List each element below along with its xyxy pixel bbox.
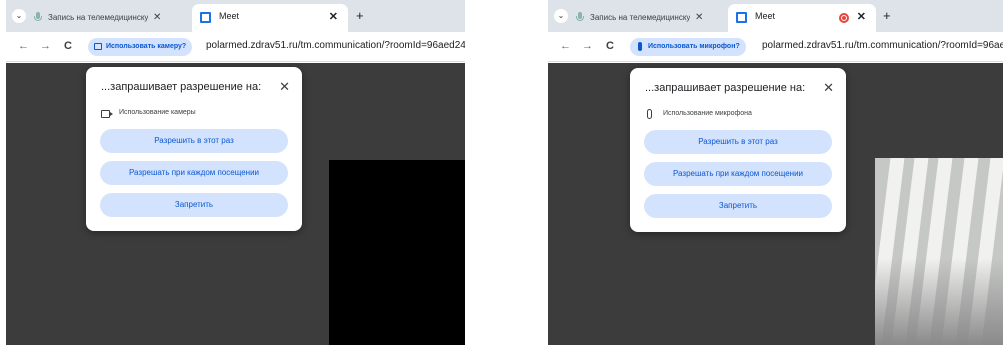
allow-once-button[interactable]: Разрешить в этот раз	[100, 129, 288, 153]
microphone-icon	[576, 12, 584, 23]
arrow-forward-icon[interactable]: →	[40, 40, 51, 52]
screenshot-microphone-permission: ⌄ Запись на телемедицинскую ✕ Meet ✕ + ←…	[548, 0, 1003, 345]
reload-icon[interactable]: C	[64, 40, 72, 52]
permission-label: Использование микрофона	[663, 110, 752, 117]
tab-strip: ⌄ Запись на телемедицинскую ✕ Meet ✕ +	[6, 0, 465, 32]
tab-title: Запись на телемедицинскую	[48, 13, 148, 22]
screenshot-camera-permission: ⌄ Запись на телемедицинскую ✕ Meet ✕ + ←…	[6, 0, 465, 345]
deny-button[interactable]: Запретить	[644, 194, 832, 218]
close-icon[interactable]: ✕	[857, 10, 866, 23]
dialog-title: ...запрашивает разрешение на:	[101, 81, 262, 93]
tab-meet[interactable]: Meet ✕	[192, 4, 348, 32]
tab-title: Запись на телемедицинскую	[590, 13, 690, 22]
permission-dialog: ...запрашивает разрешение на: ✕ Использо…	[86, 67, 302, 231]
allow-once-button[interactable]: Разрешить в этот раз	[644, 130, 832, 154]
meet-icon	[200, 12, 211, 23]
allow-always-button[interactable]: Разрешать при каждом посещении	[100, 161, 288, 185]
permission-chip-label: Использовать микрофон?	[648, 43, 740, 50]
permission-dialog: ...запрашивает разрешение на: ✕ Использо…	[630, 68, 846, 232]
browser-toolbar: ← → C Использовать микрофон? polarmed.zd…	[548, 32, 1003, 62]
microphone-icon	[647, 109, 652, 119]
tab-strip: ⌄ Запись на телемедицинскую ✕ Meet ✕ +	[548, 0, 1003, 32]
reload-icon[interactable]: C	[606, 40, 614, 52]
arrow-back-icon[interactable]: ←	[560, 40, 571, 52]
recording-indicator-icon	[839, 13, 849, 23]
video-preview	[875, 158, 1003, 345]
chevron-down-icon[interactable]: ⌄	[12, 9, 26, 23]
new-tab-button[interactable]: +	[883, 8, 891, 23]
tab-title: Meet	[755, 11, 776, 21]
dialog-title: ...запрашивает разрешение на:	[645, 82, 806, 94]
tab-telemedicine[interactable]: Запись на телемедицинскую ✕	[32, 9, 161, 27]
arrow-back-icon[interactable]: ←	[18, 40, 29, 52]
chevron-down-icon[interactable]: ⌄	[554, 9, 568, 23]
allow-always-button[interactable]: Разрешать при каждом посещении	[644, 162, 832, 186]
tab-meet[interactable]: Meet ✕	[728, 4, 876, 32]
microphone-icon	[638, 42, 642, 51]
video-preview	[329, 160, 465, 345]
permission-chip[interactable]: Использовать камеру?	[88, 38, 193, 56]
tab-telemedicine[interactable]: Запись на телемедицинскую ✕	[574, 9, 703, 27]
deny-button[interactable]: Запретить	[100, 193, 288, 217]
close-icon[interactable]: ✕	[279, 79, 290, 95]
permission-label: Использование камеры	[119, 109, 196, 116]
address-bar-url[interactable]: polarmed.zdrav51.ru/tm.communication/?ro…	[762, 40, 1003, 51]
camera-icon	[101, 110, 113, 118]
close-icon[interactable]: ✕	[153, 9, 161, 27]
permission-chip[interactable]: Использовать микрофон?	[630, 38, 746, 56]
close-icon[interactable]: ✕	[823, 80, 834, 96]
tab-title: Meet	[219, 11, 240, 21]
permission-chip-label: Использовать камеру?	[106, 43, 187, 50]
new-tab-button[interactable]: +	[356, 8, 364, 23]
arrow-forward-icon[interactable]: →	[582, 40, 593, 52]
microphone-icon	[34, 12, 42, 23]
address-bar-url[interactable]: polarmed.zdrav51.ru/tm.communication/?ro…	[206, 40, 465, 51]
meet-icon	[736, 12, 747, 23]
camera-icon	[94, 43, 102, 50]
browser-toolbar: ← → C Использовать камеру? polarmed.zdra…	[6, 32, 465, 62]
close-icon[interactable]: ✕	[329, 10, 338, 23]
close-icon[interactable]: ✕	[695, 9, 703, 27]
